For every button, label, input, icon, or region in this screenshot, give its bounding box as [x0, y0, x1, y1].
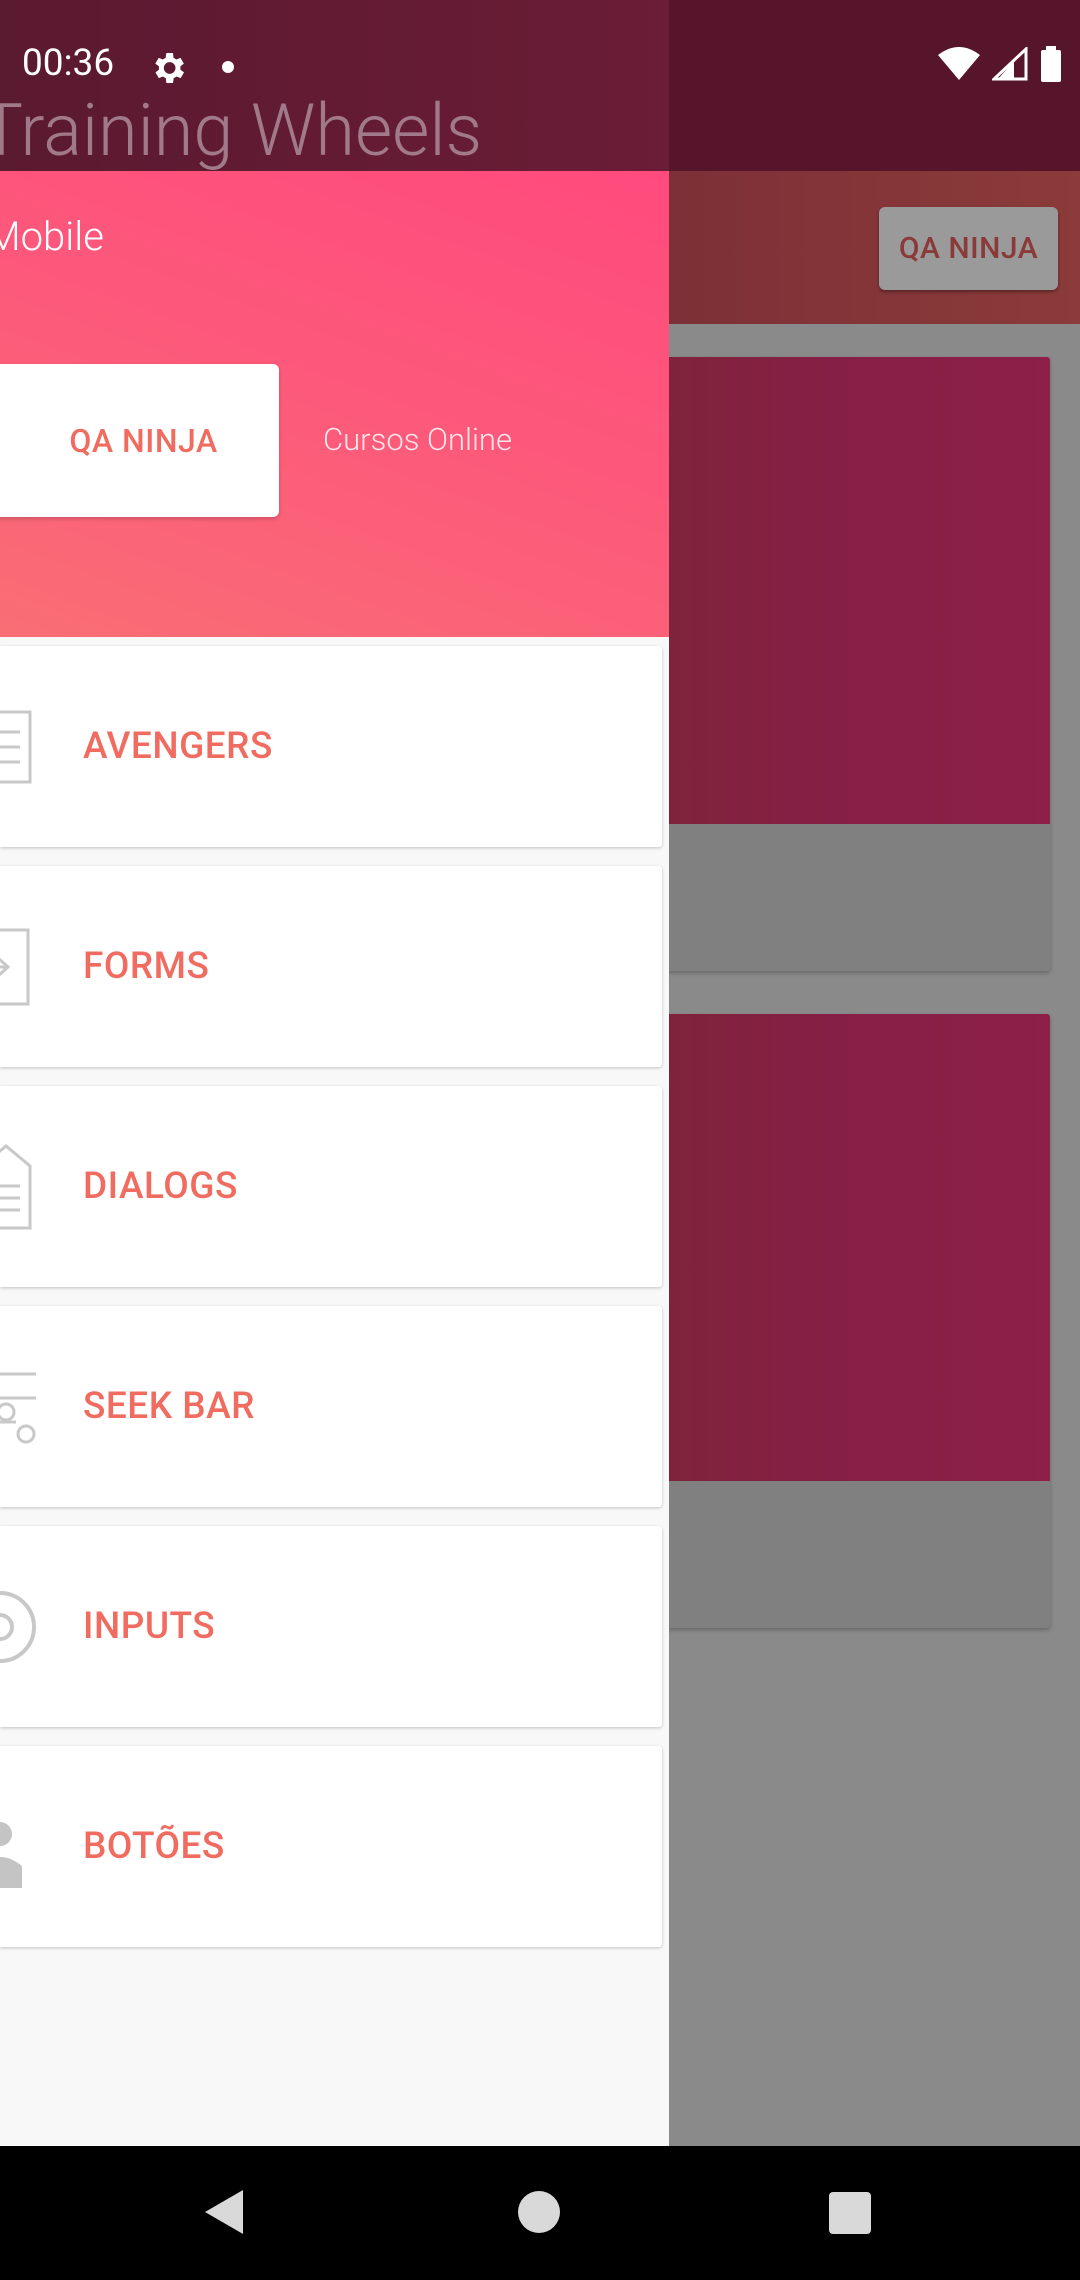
- list-icon: [0, 710, 32, 783]
- menu-item-label: BOTÕES: [83, 1825, 225, 1868]
- status-bar: 00:36: [0, 0, 1080, 136]
- status-icons: [938, 46, 1062, 82]
- settings-icon: [155, 53, 184, 83]
- home-icon[interactable]: [518, 2191, 560, 2233]
- drawer-header: Mobile QA NINJA Cursos Online: [0, 171, 669, 637]
- notification-dot-icon: [222, 61, 234, 73]
- menu-item-dialogs[interactable]: DIALOGS: [0, 1086, 662, 1287]
- navigation-drawer[interactable]: Training Wheels Mobile QA NINJA Cursos O…: [0, 0, 669, 2146]
- menu-item-seek-bar[interactable]: SEEK BAR: [0, 1306, 662, 1507]
- status-time: 00:36: [22, 42, 115, 85]
- menu-item-label: INPUTS: [83, 1605, 216, 1648]
- menu-item-label: SEEK BAR: [83, 1385, 255, 1428]
- menu-item-botoes[interactable]: BOTÕES: [0, 1746, 662, 1947]
- navigation-bar: [0, 2146, 1080, 2280]
- menu-item-forms[interactable]: FORMS: [0, 866, 662, 1067]
- menu-item-inputs[interactable]: INPUTS: [0, 1526, 662, 1727]
- menu-item-label: AVENGERS: [83, 725, 273, 768]
- menu-item-label: FORMS: [83, 945, 210, 988]
- toolbar-qa-ninja-button[interactable]: QA NINJA: [879, 207, 1058, 290]
- back-icon[interactable]: [203, 2188, 247, 2236]
- battery-icon: [1041, 46, 1061, 82]
- user-icon: [0, 1821, 22, 1888]
- menu-item-label: DIALOGS: [83, 1165, 238, 1208]
- cursos-online-link[interactable]: Cursos Online: [323, 421, 512, 458]
- eye-icon: [0, 1590, 36, 1663]
- menu-item-avengers[interactable]: AVENGERS: [0, 646, 662, 847]
- sliders-icon: [0, 1372, 36, 1443]
- recent-apps-icon[interactable]: [829, 2192, 871, 2234]
- wifi-icon: [938, 47, 980, 80]
- app-subtitle: Mobile: [0, 213, 104, 260]
- signal-icon: [992, 47, 1028, 81]
- form-icon: [0, 928, 30, 1005]
- qa-ninja-button[interactable]: QA NINJA: [0, 364, 279, 517]
- document-icon: [0, 1143, 32, 1229]
